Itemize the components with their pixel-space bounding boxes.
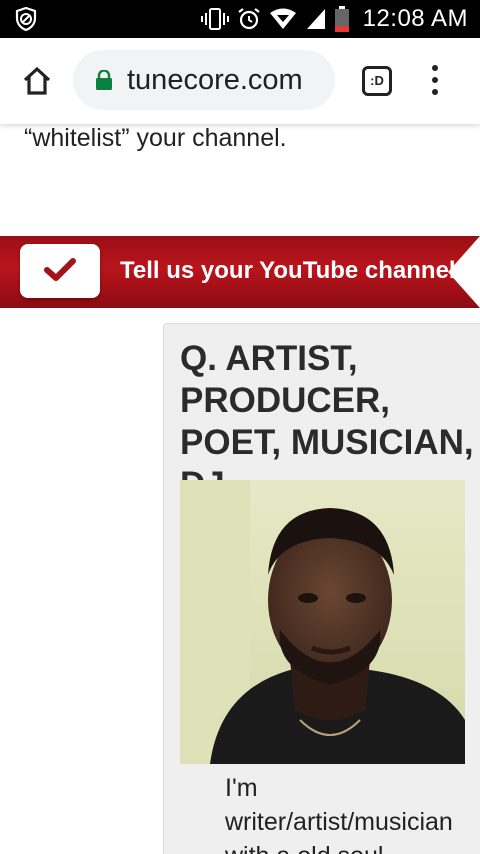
url-domain: tunecore.com [127, 64, 303, 96]
ribbon-notch [448, 236, 480, 308]
status-bar: 12:08 AM [0, 0, 480, 38]
body-line: I'm [225, 774, 258, 802]
vibrate-icon [200, 8, 229, 30]
body-line: writer/artist/musician [225, 808, 453, 836]
check-badge [20, 244, 100, 298]
alarm-icon [237, 8, 260, 30]
address-bar[interactable]: tunecore.com [73, 50, 335, 110]
youtube-channel-banner[interactable]: Tell us your YouTube channel [0, 236, 480, 308]
paragraph-text: “whitelist” your channel. [24, 124, 287, 152]
status-icons: 12:08 AM [200, 0, 468, 38]
battery-icon [334, 6, 349, 32]
banner-text: Tell us your YouTube channel [120, 257, 456, 284]
profile-photo [180, 480, 465, 764]
card-body: I'm writer/artist/musician with a old so… [225, 771, 480, 854]
tab-switcher-button[interactable]: :D [362, 66, 392, 96]
body-line: with a old soul [225, 839, 480, 854]
signal-icon [306, 9, 325, 29]
overflow-menu-icon[interactable] [428, 65, 442, 99]
block-icon [14, 6, 38, 32]
wifi-icon [269, 8, 296, 29]
browser-toolbar: tunecore.com :D [0, 38, 480, 124]
home-button[interactable] [20, 64, 54, 98]
url-text: tunecore.com [127, 64, 303, 97]
home-icon [23, 66, 51, 95]
lock-icon [95, 69, 113, 90]
checkmark-icon [44, 258, 76, 281]
profile-card: Q. ARTIST, PRODUCER, POET, MUSICIAN, DJ [163, 323, 480, 854]
clock: 12:08 AM [362, 5, 468, 32]
